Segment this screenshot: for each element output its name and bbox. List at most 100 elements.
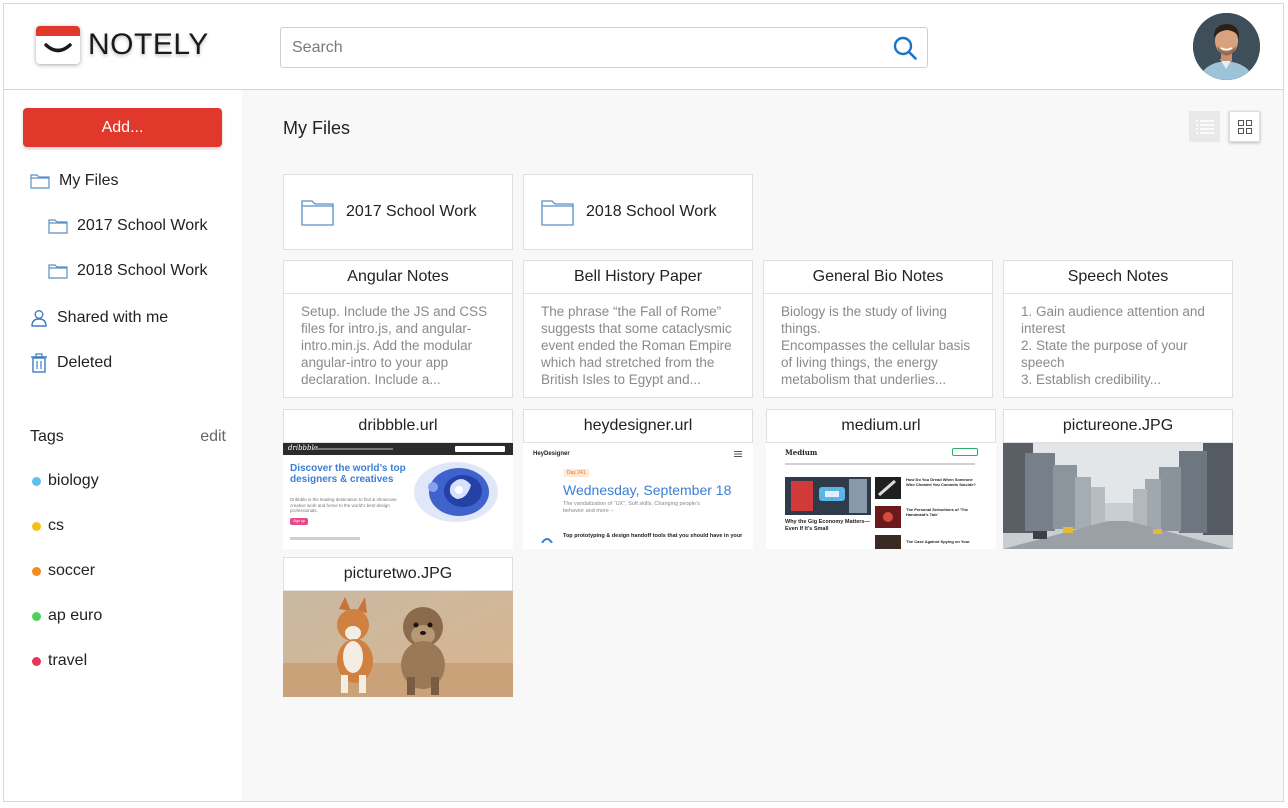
dribbble-headline: Discover the world’s top designers & cre… — [290, 463, 406, 485]
dogs-photo — [283, 591, 513, 697]
heydesigner-date: Wednesday, September 18 — [563, 482, 732, 498]
folder-card-2017-school-work[interactable]: 2017 School Work — [283, 174, 513, 250]
folder-card-label: 2018 School Work — [586, 203, 717, 220]
medium-side-story: The Personal Seductions of ‘The Handmaid… — [906, 507, 969, 517]
note-preview-line: 3. Establish credibility... — [1021, 372, 1162, 387]
person-icon — [31, 310, 47, 327]
note-card-title: Angular Notes — [284, 261, 512, 294]
note-card-angular-notes[interactable]: Angular Notes Setup. Include the JS and … — [283, 260, 513, 398]
medium-side-story: How Do You Dread When Someone Who Cheate… — [906, 477, 976, 487]
tag-label: travel — [48, 652, 88, 669]
sidebar-item-shared-with-me[interactable]: Shared with me — [30, 305, 168, 331]
tag-color-dot — [32, 566, 41, 576]
tag-label: cs — [48, 517, 64, 534]
folder-icon — [301, 199, 334, 226]
menu-icon — [734, 451, 742, 457]
main-content: My Files 2017 School Work 2018 School Wo… — [242, 90, 1283, 801]
trash-icon — [31, 353, 47, 373]
sidebar: Add... My Files 2017 School Work 2018 Sc… — [4, 90, 241, 801]
sidebar-item-label: My Files — [59, 172, 119, 189]
tags-header: Tags edit — [30, 428, 226, 446]
top-header: NOTELY — [4, 4, 1283, 90]
note-card-preview: The phrase “the Fall of Rome” suggests t… — [524, 294, 752, 398]
sidebar-item-label: Deleted — [57, 354, 113, 371]
file-card-title: dribbble.url — [284, 410, 512, 443]
sidebar-item-label: 2017 School Work — [77, 217, 208, 234]
heydesigner-subtext: The vandalization of “UX”, Soft skills, … — [563, 501, 700, 514]
notely-logo-icon[interactable] — [36, 26, 80, 64]
list-view-button[interactable] — [1189, 111, 1220, 142]
page-title: My Files — [283, 118, 350, 138]
tag-item-biology[interactable]: biology — [32, 470, 99, 492]
folder-icon — [541, 199, 574, 226]
tag-color-dot — [32, 521, 41, 531]
sidebar-item-my-files[interactable]: My Files — [30, 168, 119, 194]
medium-logo: Medium — [785, 448, 818, 457]
note-preview-line: Encompasses the cellular basis of living… — [781, 338, 971, 387]
tag-label: soccer — [48, 562, 96, 579]
tag-color-dot — [32, 476, 41, 486]
file-card-title: pictureone.JPG — [1004, 410, 1232, 443]
city-street-photo — [1003, 443, 1233, 549]
folder-icon — [48, 264, 68, 279]
user-avatar[interactable] — [1193, 13, 1260, 80]
note-card-speech-notes[interactable]: Speech Notes 1. Gain audience attention … — [1003, 260, 1233, 398]
note-preview-line: 2. State the purpose of your speech — [1021, 338, 1188, 370]
note-card-title: Bell History Paper — [524, 261, 752, 294]
folder-icon — [48, 219, 68, 234]
medium-preview-image: Medium Why the Gig Economy Matters—Even … — [766, 443, 996, 549]
heydesigner-logo: HeyDesigner — [533, 451, 570, 457]
sidebar-item-deleted[interactable]: Deleted — [30, 350, 112, 376]
medium-headline: Why the Gig Economy Matters—Even If It’s… — [785, 519, 870, 532]
tag-item-ap-euro[interactable]: ap euro — [32, 605, 102, 627]
note-card-preview: Biology is the study of living things. E… — [764, 294, 992, 398]
file-card-picturetwo[interactable]: picturetwo.JPG — [283, 557, 513, 697]
folder-card-label: 2017 School Work — [346, 203, 477, 220]
brand-name: NOTELY — [88, 28, 209, 61]
heydesigner-tag: Day 241 — [564, 469, 589, 477]
tag-color-dot — [32, 656, 41, 666]
search-bar — [280, 27, 928, 68]
tag-label: biology — [48, 472, 99, 489]
folder-icon — [30, 174, 50, 189]
grid-view-button[interactable] — [1229, 111, 1260, 142]
note-card-general-bio-notes[interactable]: General Bio Notes Biology is the study o… — [763, 260, 993, 398]
folder-card-2018-school-work[interactable]: 2018 School Work — [523, 174, 753, 250]
note-preview-line: Biology is the study of living things. — [781, 304, 947, 336]
note-card-bell-history-paper[interactable]: Bell History Paper The phrase “the Fall … — [523, 260, 753, 398]
tags-label: Tags — [30, 428, 64, 445]
note-card-preview: 1. Gain audience attention and interest … — [1004, 294, 1232, 398]
file-card-dribbble[interactable]: dribbble.url dribbble Discover the world… — [283, 409, 513, 549]
medium-side-story: The Case Against Spying on Your — [906, 539, 970, 544]
note-preview-line: The phrase “the Fall of Rome” suggests t… — [541, 304, 732, 387]
search-input[interactable] — [281, 28, 861, 67]
tag-item-soccer[interactable]: soccer — [32, 560, 95, 582]
file-card-heydesigner[interactable]: heydesigner.url HeyDesigner Day 241 Wedn… — [523, 409, 753, 549]
dribbble-signup-button: Sign up — [290, 518, 308, 525]
sidebar-item-2018-school-work[interactable]: 2018 School Work — [48, 258, 207, 284]
file-card-medium[interactable]: medium.url Medium Why the Gig Economy Ma… — [766, 409, 996, 549]
file-card-title: medium.url — [767, 410, 995, 443]
tag-label: ap euro — [48, 607, 103, 624]
heydesigner-preview-image: HeyDesigner Day 241 Wednesday, September… — [523, 443, 753, 549]
grid-icon — [1237, 119, 1252, 134]
note-preview-line: Setup. Include the JS and CSS files for … — [301, 304, 488, 387]
list-icon — [1195, 119, 1214, 134]
sidebar-item-label: 2018 School Work — [77, 262, 208, 279]
note-card-title: Speech Notes — [1004, 261, 1232, 294]
note-card-preview: Setup. Include the JS and CSS files for … — [284, 294, 512, 398]
sidebar-item-2017-school-work[interactable]: 2017 School Work — [48, 213, 207, 239]
tag-color-dot — [32, 611, 41, 621]
file-card-title: picturetwo.JPG — [284, 558, 512, 591]
heydesigner-headline: Top prototyping & design handoff tools t… — [563, 533, 743, 539]
add-button[interactable]: Add... — [23, 108, 222, 147]
note-preview-line: 1. Gain audience attention and interest — [1021, 304, 1205, 336]
tags-edit-link[interactable]: edit — [200, 428, 226, 446]
file-card-title: heydesigner.url — [524, 410, 752, 443]
search-icon[interactable] — [893, 36, 917, 60]
dribbble-preview-image: dribbble Discover the world’s top design… — [283, 443, 513, 549]
sidebar-item-label: Shared with me — [57, 309, 169, 326]
tag-item-travel[interactable]: travel — [32, 650, 87, 672]
tag-item-cs[interactable]: cs — [32, 515, 64, 537]
file-card-pictureone[interactable]: pictureone.JPG — [1003, 409, 1233, 549]
